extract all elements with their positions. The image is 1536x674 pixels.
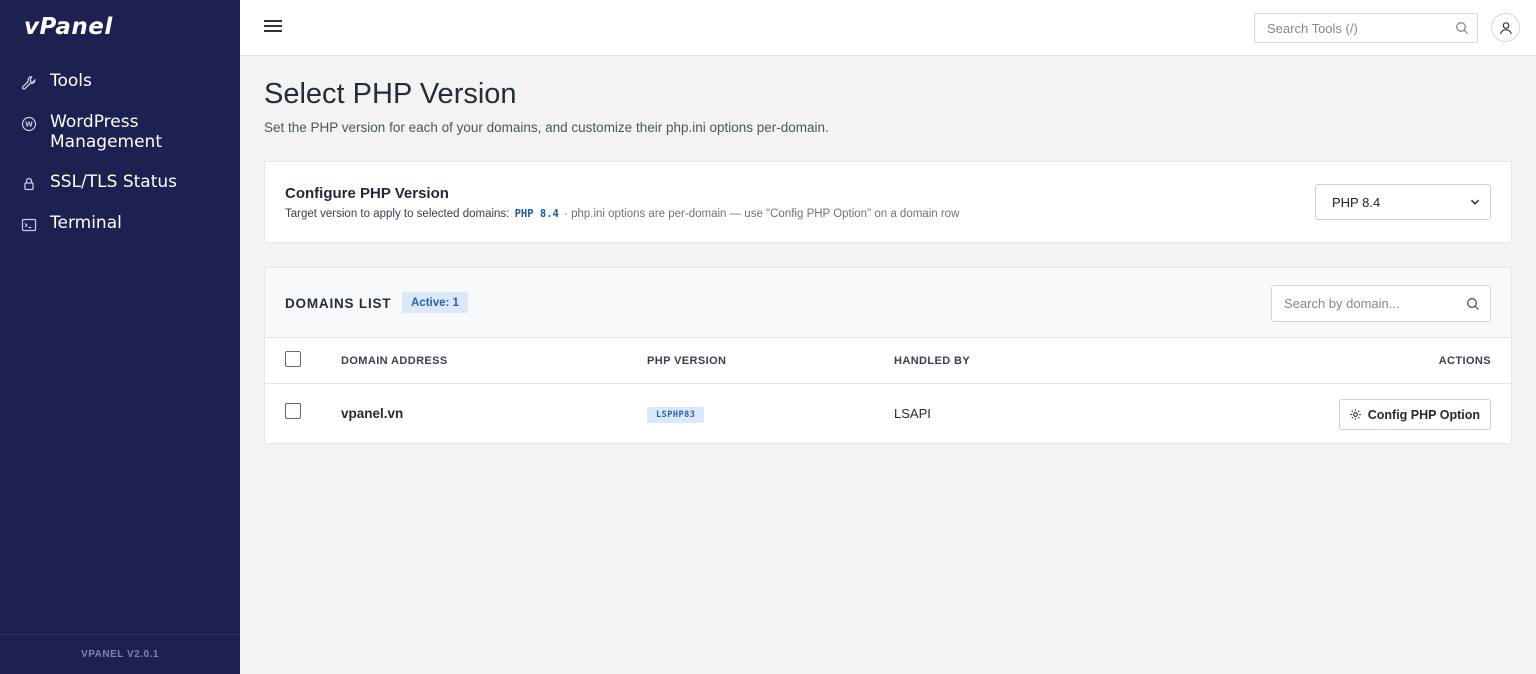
domains-list-card: DOMAINS LIST Active: 1 DOMAIN ADDRESS PH… bbox=[264, 267, 1512, 444]
configure-desc-prefix: Target version to apply to selected doma… bbox=[285, 208, 510, 220]
gear-icon bbox=[1349, 409, 1361, 420]
column-handled-by: HANDLED BY bbox=[894, 355, 971, 367]
domain-search-input[interactable] bbox=[1272, 286, 1457, 321]
sidebar: vPanel Tools W WordPress Management SSL/… bbox=[0, 0, 240, 674]
user-icon bbox=[1499, 21, 1512, 34]
target-version-code: PHP 8.4 bbox=[514, 208, 559, 220]
configure-desc-suffix: · php.ini options are per-domain — use "… bbox=[564, 208, 960, 220]
domains-list-title: DOMAINS LIST bbox=[285, 296, 392, 311]
php-version-select[interactable]: PHP 8.4 bbox=[1315, 184, 1491, 220]
select-all-checkbox[interactable] bbox=[285, 351, 301, 367]
wrench-icon bbox=[20, 74, 38, 92]
config-php-option-button[interactable]: Config PHP Option bbox=[1338, 399, 1491, 430]
domains-list-header: DOMAINS LIST Active: 1 bbox=[265, 268, 1511, 338]
search-icon[interactable] bbox=[1455, 21, 1469, 35]
tools-search-input[interactable] bbox=[1255, 14, 1445, 42]
sidebar-item-label: Tools bbox=[50, 71, 92, 91]
php-version-selected: PHP 8.4 bbox=[1332, 194, 1381, 210]
active-count-badge: Active: 1 bbox=[402, 292, 468, 313]
domain-search bbox=[1271, 285, 1491, 322]
page-subtitle: Set the PHP version for each of your dom… bbox=[264, 120, 829, 135]
hamburger-menu-icon[interactable] bbox=[264, 18, 282, 36]
config-php-option-label: Config PHP Option bbox=[1367, 407, 1480, 422]
configure-php-card: Configure PHP Version Target version to … bbox=[264, 161, 1512, 243]
sidebar-item-terminal[interactable]: Terminal bbox=[0, 208, 240, 239]
sidebar-item-label: WordPress Management bbox=[50, 112, 162, 152]
search-icon[interactable] bbox=[1466, 297, 1480, 311]
column-domain-address: DOMAIN ADDRESS bbox=[341, 355, 448, 367]
user-avatar-button[interactable] bbox=[1491, 13, 1520, 42]
sidebar-item-tools[interactable]: Tools bbox=[0, 66, 240, 97]
configure-title: Configure PHP Version bbox=[285, 185, 449, 202]
topbar bbox=[240, 0, 1536, 56]
svg-text:W: W bbox=[25, 121, 33, 129]
row-select-checkbox[interactable] bbox=[285, 403, 301, 419]
sidebar-item-label: Terminal bbox=[50, 213, 122, 233]
table-row: vpanel.vn LSPHP83 LSAPI Config PHP Optio… bbox=[265, 384, 1511, 444]
sidebar-nav: Tools W WordPress Management SSL/TLS Sta… bbox=[0, 66, 240, 249]
terminal-icon bbox=[20, 216, 38, 234]
wordpress-icon: W bbox=[20, 115, 38, 133]
column-php-version: PHP VERSION bbox=[647, 355, 727, 367]
sidebar-item-ssl[interactable]: SSL/TLS Status bbox=[0, 167, 240, 198]
chevron-down-icon bbox=[1470, 199, 1480, 205]
tools-search bbox=[1254, 13, 1478, 43]
column-actions: ACTIONS bbox=[1438, 355, 1491, 367]
table-header: DOMAIN ADDRESS PHP VERSION HANDLED BY AC… bbox=[265, 338, 1511, 384]
page-title: Select PHP Version bbox=[264, 78, 517, 110]
handler-name: LSAPI bbox=[894, 406, 931, 421]
app-version: VPANEL V2.0.1 bbox=[0, 634, 240, 674]
sidebar-item-wordpress[interactable]: W WordPress Management bbox=[0, 107, 240, 157]
configure-description: Target version to apply to selected doma… bbox=[285, 208, 959, 220]
domain-address: vpanel.vn bbox=[341, 406, 404, 421]
lock-icon bbox=[20, 175, 38, 193]
sidebar-item-label: SSL/TLS Status bbox=[50, 172, 178, 192]
vpanel-logo[interactable]: vPanel bbox=[24, 14, 113, 40]
php-version-badge: LSPHP83 bbox=[647, 407, 705, 423]
